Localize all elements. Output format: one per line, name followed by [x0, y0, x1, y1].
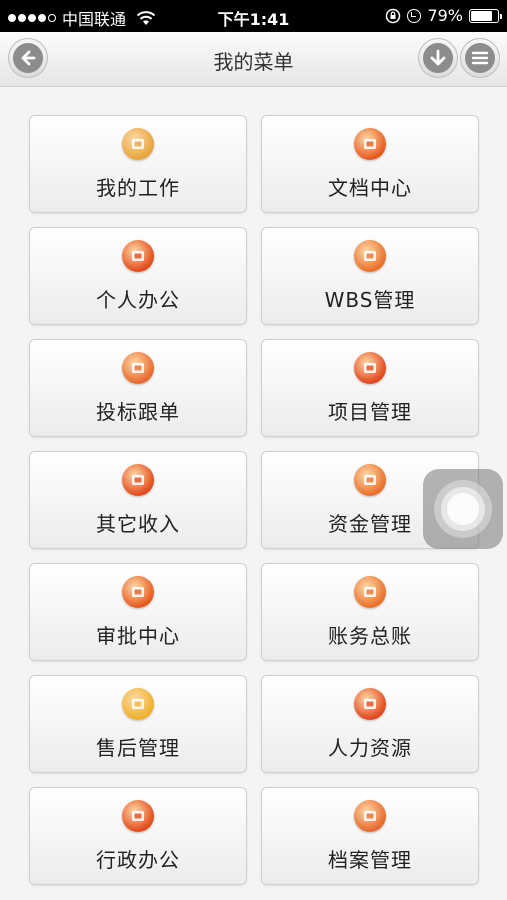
menu-tile-label: 售后管理	[96, 736, 180, 760]
menu-tile-label: 账务总账	[328, 624, 412, 648]
menu-tile[interactable]: 审批中心	[29, 563, 247, 661]
archive-icon	[354, 800, 386, 832]
aftersales-icon	[122, 688, 154, 720]
battery-icon	[469, 8, 502, 23]
battery-fill	[471, 10, 492, 21]
menu-tile[interactable]: 档案管理	[261, 787, 479, 885]
admin-icon	[122, 800, 154, 832]
nav-bar: 我的菜单	[0, 32, 507, 87]
briefcase-icon	[122, 352, 154, 384]
menu-tile-label: WBS管理	[324, 288, 416, 312]
fund-icon	[354, 464, 386, 496]
menu-tile[interactable]: 投标跟单	[29, 339, 247, 437]
status-right: 79%	[385, 6, 502, 25]
menu-tile-label: 行政办公	[96, 848, 180, 872]
menu-tile[interactable]: 人力资源	[261, 675, 479, 773]
menu-tile-label: 项目管理	[328, 400, 412, 424]
menu-tile-label: 其它收入	[96, 512, 180, 536]
menu-tile[interactable]: 售后管理	[29, 675, 247, 773]
ledger-icon	[354, 576, 386, 608]
alarm-icon	[407, 8, 422, 23]
status-bar: 中国联通 下午1:41 79%	[0, 0, 507, 32]
battery-percent: 79%	[427, 6, 463, 25]
menu-grid: 我的工作 文档中心个人办公 WBS管理投标跟单 项目管理其它收入 资金管理审批中心 账务总…	[29, 115, 479, 885]
document-icon	[354, 128, 386, 160]
menu-tile[interactable]: 其它收入	[29, 451, 247, 549]
hamburger-menu-icon	[465, 43, 495, 73]
menu-tile[interactable]: WBS管理	[261, 227, 479, 325]
people-icon	[354, 688, 386, 720]
download-button[interactable]	[418, 38, 458, 78]
menu-tile-label: 个人办公	[96, 288, 180, 312]
approval-icon	[122, 576, 154, 608]
menu-tile-label: 审批中心	[96, 624, 180, 648]
menu-tile-label: 文档中心	[328, 176, 412, 200]
menu-tile-label: 档案管理	[328, 848, 412, 872]
menu-tile[interactable]: 行政办公	[29, 787, 247, 885]
menu-tile[interactable]: 项目管理	[261, 339, 479, 437]
income-icon	[122, 464, 154, 496]
rotation-lock-icon	[386, 8, 401, 23]
menu-tile-label: 资金管理	[328, 512, 412, 536]
download-arrow-icon	[423, 43, 453, 73]
flag-icon	[354, 352, 386, 384]
menu-tile-label: 投标跟单	[96, 400, 180, 424]
menu-tile-label: 人力资源	[328, 736, 412, 760]
menu-tile[interactable]: 文档中心	[261, 115, 479, 213]
menu-tile[interactable]: 账务总账	[261, 563, 479, 661]
menu-tile[interactable]: 个人办公	[29, 227, 247, 325]
menu-tile[interactable]: 我的工作	[29, 115, 247, 213]
wbs-icon	[354, 240, 386, 272]
user-desk-icon	[122, 128, 154, 160]
assistive-touch-button[interactable]	[423, 469, 503, 549]
office-icon	[122, 240, 154, 272]
menu-button[interactable]	[460, 38, 500, 78]
menu-tile-label: 我的工作	[96, 176, 180, 200]
